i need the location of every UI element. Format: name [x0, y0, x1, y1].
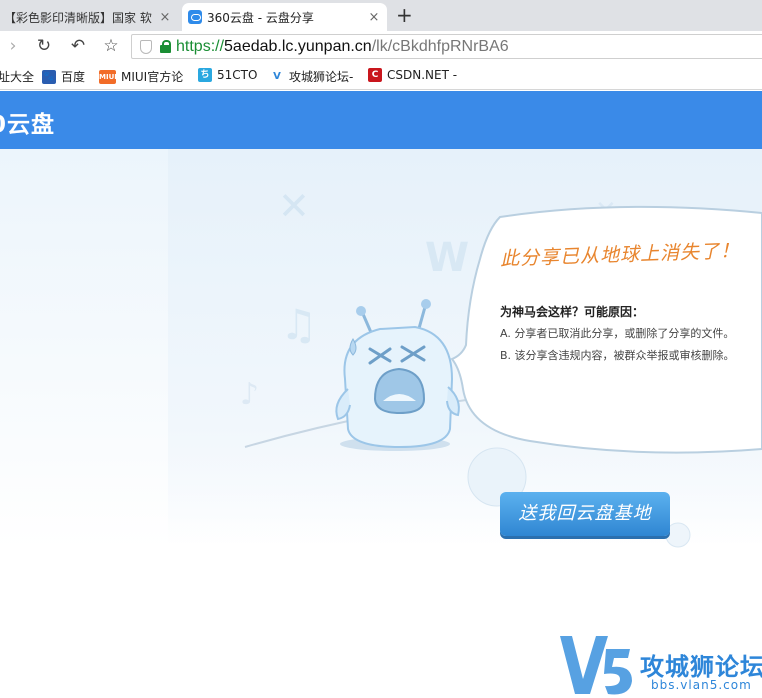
star-bookmark-icon[interactable]: ☆ — [100, 35, 122, 57]
watermark-site-name: 攻城狮论坛 — [640, 653, 762, 681]
miui-icon: MIUI — [99, 69, 117, 84]
new-tab-icon[interactable]: + — [396, 4, 413, 26]
tab-title: 360云盘 - 云盘分享 — [207, 10, 314, 25]
browser-tab-strip: 【彩色影印清晰版】国家 软 × 360云盘 - 云盘分享 × + — [0, 0, 762, 31]
reload-icon[interactable]: ↻ — [33, 35, 55, 57]
bookmark-item[interactable]: MIUI MIUI官方论 — [99, 68, 183, 85]
csdn-icon: C — [368, 68, 382, 82]
bookmark-item[interactable]: 🐾 百度 — [42, 68, 85, 85]
crying-mascot-icon — [335, 299, 460, 449]
watermark-url: bbs.vlan5.com — [651, 678, 752, 692]
url-path: /lk/cBkdhfpRNrBA6 — [371, 37, 509, 55]
browser-toolbar: › ↻ ↶ ☆ https://5aedab.lc.yunpan.cn/lk/c… — [0, 31, 762, 62]
baidu-paw-icon: 🐾 — [42, 69, 56, 84]
decor-x-icon: ✕ — [278, 184, 310, 228]
tab-title: 【彩色影印清晰版】国家 软 — [4, 10, 152, 25]
v5-icon: V — [270, 69, 284, 84]
forward-icon[interactable]: › — [2, 35, 24, 57]
v5-watermark-logo — [560, 636, 632, 695]
decor-note-icon: ♪ — [240, 377, 259, 412]
back-to-yunpan-button[interactable]: 送我回云盘基地 — [500, 492, 670, 536]
url-host: 5aedab.lc.yunpan.cn — [224, 37, 372, 55]
decor-w-icon: W — [425, 235, 469, 281]
bookmark-label: 址大全 — [0, 70, 35, 84]
browser-tab-1[interactable]: 【彩色影印清晰版】国家 软 × — [0, 3, 178, 31]
yunpan-logo[interactable]: 0云盘 — [0, 105, 55, 139]
bookmark-label: 51CTO — [217, 68, 258, 82]
bookmark-item[interactable]: C CSDN.NET - — [368, 68, 457, 82]
decor-note-icon: ♫ — [280, 300, 318, 349]
reason-heading: 为神马会这样？可能原因： — [500, 305, 645, 319]
bookmark-item[interactable]: 址大全 — [0, 68, 34, 85]
shield-icon — [140, 39, 152, 54]
share-missing-page: ✕ W ♫ ♪ ✕ — [0, 149, 762, 698]
bookmark-item[interactable]: ち 51CTO — [198, 68, 257, 82]
yunpan-favicon-icon — [188, 10, 202, 24]
tab-close-icon[interactable]: × — [156, 10, 174, 25]
yunpan-header: 0云盘 — [0, 91, 762, 149]
bookmark-item[interactable]: V 攻城狮论坛- — [270, 68, 353, 85]
bookmark-label: CSDN.NET - — [387, 68, 458, 82]
bookmark-label: 攻城狮论坛- — [289, 70, 354, 84]
lock-icon — [160, 40, 171, 53]
undo-icon[interactable]: ↶ — [67, 35, 89, 57]
bookmarks-bar: 址大全 🐾 百度 MIUI MIUI官方论 ち 51CTO V 攻城狮论坛- C… — [0, 62, 762, 90]
address-bar[interactable]: https://5aedab.lc.yunpan.cn/lk/cBkdhfpRN… — [131, 34, 762, 59]
url-scheme: https:// — [176, 37, 225, 55]
51cto-icon: ち — [198, 68, 212, 82]
reason-item-b: B. 该分享含违规内容，被群众举报或审核删除。 — [500, 349, 735, 362]
bookmark-label: 百度 — [61, 70, 86, 84]
illustration-scene: ✕ W ♫ ♪ ✕ — [240, 184, 762, 695]
reason-item-a: A. 分享者已取消此分享，或删除了分享的文件。 — [500, 327, 735, 340]
browser-tab-2[interactable]: 360云盘 - 云盘分享 × — [182, 3, 387, 31]
tab-close-icon[interactable]: × — [365, 10, 383, 25]
bookmark-label: MIUI官方论 — [121, 70, 184, 84]
